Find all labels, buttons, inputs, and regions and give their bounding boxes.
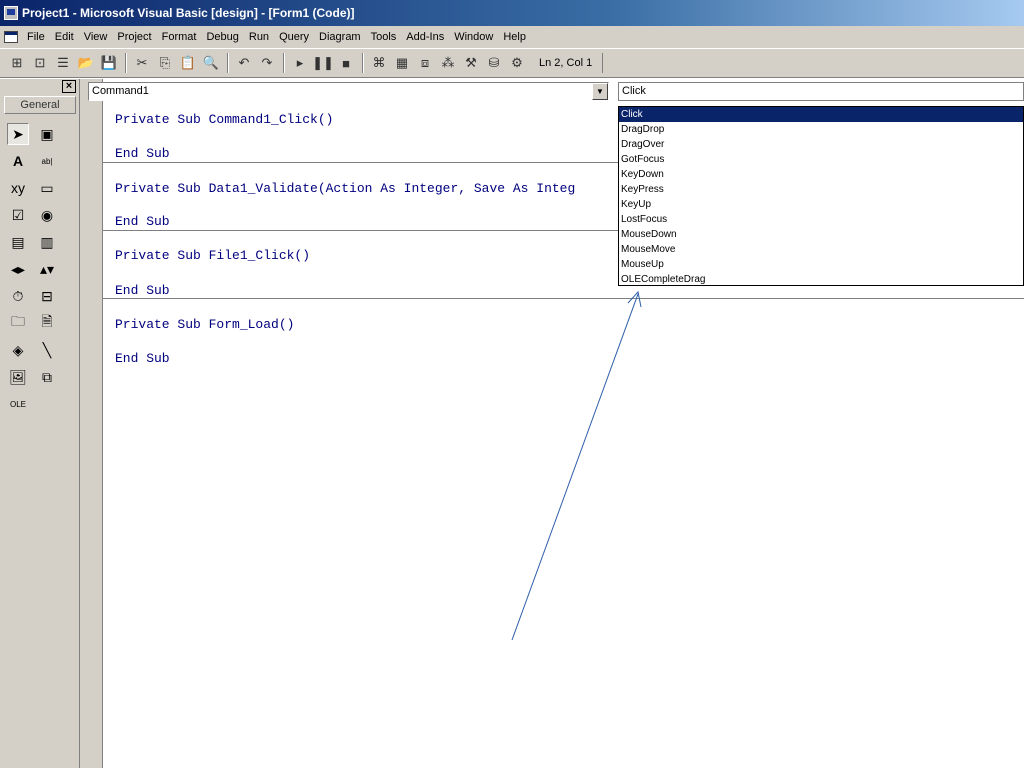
data-tool[interactable]: ⧉ bbox=[36, 366, 58, 388]
listbox-tool[interactable]: ▥ bbox=[36, 231, 58, 253]
shape-tool[interactable]: ◈ bbox=[7, 339, 29, 361]
copy-icon[interactable]: ⎘ bbox=[154, 52, 176, 74]
menu-view[interactable]: View bbox=[79, 26, 113, 48]
procedure-list-item[interactable]: MouseUp bbox=[619, 257, 1023, 272]
vb-app-icon bbox=[4, 6, 18, 20]
checkbox-tool[interactable]: ☑ bbox=[7, 204, 29, 226]
menu-bar: File Edit View Project Format Debug Run … bbox=[0, 26, 1024, 48]
undo-icon[interactable]: ↶ bbox=[233, 52, 255, 74]
code-margin-indicator-bar[interactable] bbox=[80, 79, 103, 768]
code-line[interactable]: Private Sub File1_Click() bbox=[115, 248, 310, 263]
procedure-separator bbox=[103, 298, 1024, 299]
project-explorer-icon[interactable]: ⌘ bbox=[368, 52, 390, 74]
menu-tools[interactable]: Tools bbox=[366, 26, 402, 48]
filelistbox-tool[interactable]: 🗎 bbox=[36, 312, 58, 334]
chevron-down-icon[interactable]: ▼ bbox=[592, 83, 608, 100]
object-combobox[interactable]: Command1 ▼ bbox=[88, 82, 609, 101]
start-icon[interactable]: ▸ bbox=[289, 52, 311, 74]
add-form-icon[interactable]: ⊡ bbox=[29, 52, 51, 74]
combobox-tool[interactable]: ▤ bbox=[7, 231, 29, 253]
menu-debug[interactable]: Debug bbox=[201, 26, 243, 48]
window-title: Project1 - Microsoft Visual Basic [desig… bbox=[22, 6, 355, 20]
procedure-list-item[interactable]: GotFocus bbox=[619, 152, 1023, 167]
frame-tool[interactable]: xy bbox=[7, 177, 29, 199]
label-tool[interactable]: A bbox=[7, 150, 29, 172]
component-manager-icon[interactable]: ⚙ bbox=[506, 52, 528, 74]
break-icon[interactable]: ❚❚ bbox=[312, 52, 334, 74]
object-browser-icon[interactable]: ⁂ bbox=[437, 52, 459, 74]
add-project-icon[interactable]: ⊞ bbox=[6, 52, 28, 74]
menu-project[interactable]: Project bbox=[112, 26, 156, 48]
drivelistbox-tool[interactable]: ⊟ bbox=[36, 285, 58, 307]
menu-edit[interactable]: Edit bbox=[50, 26, 79, 48]
menu-addins[interactable]: Add-Ins bbox=[401, 26, 449, 48]
dirlistbox-tool[interactable]: 🗀 bbox=[7, 312, 29, 334]
data-view-icon[interactable]: ⛁ bbox=[483, 52, 505, 74]
procedure-list-item[interactable]: KeyUp bbox=[619, 197, 1023, 212]
menu-file[interactable]: File bbox=[22, 26, 50, 48]
picturebox-tool[interactable]: ▣ bbox=[36, 123, 58, 145]
redo-icon[interactable]: ↷ bbox=[256, 52, 278, 74]
menu-run[interactable]: Run bbox=[244, 26, 274, 48]
code-line[interactable]: End Sub bbox=[115, 351, 170, 366]
size-readout-box bbox=[602, 53, 802, 73]
procedure-list-item[interactable]: Click bbox=[619, 107, 1023, 122]
code-line[interactable]: Private Sub Command1_Click() bbox=[115, 112, 333, 127]
code-line[interactable]: End Sub bbox=[115, 146, 170, 161]
toolbar-separator bbox=[125, 53, 127, 73]
hscrollbar-tool[interactable]: ◂▸ bbox=[7, 258, 29, 280]
procedure-combobox-value: Click bbox=[622, 85, 646, 97]
toolbox-close-button[interactable]: × bbox=[62, 80, 76, 93]
open-project-icon[interactable]: 📂 bbox=[75, 52, 97, 74]
properties-window-icon[interactable]: ▦ bbox=[391, 52, 413, 74]
commandbutton-tool[interactable]: ▭ bbox=[36, 177, 58, 199]
menu-diagram[interactable]: Diagram bbox=[314, 26, 366, 48]
paste-icon[interactable]: 📋 bbox=[177, 52, 199, 74]
code-line[interactable]: End Sub bbox=[115, 283, 170, 298]
save-icon[interactable]: 💾 bbox=[98, 52, 120, 74]
code-line[interactable]: Private Sub Form_Load() bbox=[115, 317, 294, 332]
timer-tool[interactable]: ⏱ bbox=[7, 285, 29, 307]
image-tool[interactable]: 🖼 bbox=[7, 366, 29, 388]
procedure-list-item[interactable]: MouseMove bbox=[619, 242, 1023, 257]
cut-icon[interactable]: ✂ bbox=[131, 52, 153, 74]
procedure-list-item[interactable]: OLECompleteDrag bbox=[619, 272, 1023, 285]
procedure-list-item[interactable]: DragDrop bbox=[619, 122, 1023, 137]
end-icon[interactable]: ■ bbox=[335, 52, 357, 74]
toolbar-separator bbox=[283, 53, 285, 73]
procedure-list-item[interactable]: LostFocus bbox=[619, 212, 1023, 227]
menu-editor-icon[interactable]: ☰ bbox=[52, 52, 74, 74]
procedure-list-item[interactable]: MouseDown bbox=[619, 227, 1023, 242]
pointer-tool[interactable]: ➤ bbox=[7, 123, 29, 145]
code-line[interactable]: End Sub bbox=[115, 214, 170, 229]
menu-help[interactable]: Help bbox=[498, 26, 531, 48]
find-icon[interactable]: 🔍 bbox=[200, 52, 222, 74]
form-layout-icon[interactable]: ⧈ bbox=[414, 52, 436, 74]
textbox-tool[interactable]: ab| bbox=[36, 150, 58, 172]
toolbox-icon[interactable]: ⚒ bbox=[460, 52, 482, 74]
code-line[interactable]: Private Sub Data1_Validate(Action As Int… bbox=[115, 181, 575, 196]
ole-tool[interactable]: OLE bbox=[7, 393, 29, 415]
optionbutton-tool[interactable]: ◉ bbox=[36, 204, 58, 226]
menu-format[interactable]: Format bbox=[157, 26, 202, 48]
toolbar-separator bbox=[227, 53, 229, 73]
procedure-list-item[interactable]: DragOver bbox=[619, 137, 1023, 152]
toolbox-tab-general[interactable]: General bbox=[4, 96, 76, 114]
title-bar: Project1 - Microsoft Visual Basic [desig… bbox=[0, 0, 1024, 26]
menu-window[interactable]: Window bbox=[449, 26, 498, 48]
line-tool[interactable]: ╲ bbox=[36, 339, 58, 361]
procedure-combobox[interactable]: Click bbox=[618, 82, 1024, 101]
toolbar-separator bbox=[362, 53, 364, 73]
procedure-list-item[interactable]: KeyPress bbox=[619, 182, 1023, 197]
standard-toolbar: ⊞ ⊡ ☰ 📂 💾 ✂ ⎘ 📋 🔍 ↶ ↷ ▸ ❚❚ ■ ⌘ ▦ ⧈ ⁂ ⚒ ⛁… bbox=[0, 48, 1024, 78]
menu-query[interactable]: Query bbox=[274, 26, 314, 48]
vscrollbar-tool[interactable]: ▴▾ bbox=[36, 258, 58, 280]
procedure-list-item[interactable]: KeyDown bbox=[619, 167, 1023, 182]
object-combobox-value: Command1 bbox=[92, 85, 149, 97]
document-icon[interactable] bbox=[4, 31, 18, 43]
procedure-dropdown-list[interactable]: Click DragDrop DragOver GotFocus KeyDown KeyP… bbox=[618, 106, 1024, 286]
cursor-position: Ln 2, Col 1 bbox=[539, 57, 593, 69]
toolbox-panel: × General ➤ ▣ Aab| xy ▭ ☑ ◉ ▤ ▥ ◂▸ ▴▾ ⏱ ⊟ 🗀 🗎 ◈ ╲ 🖼 ⧉ OLE bbox=[0, 79, 80, 768]
